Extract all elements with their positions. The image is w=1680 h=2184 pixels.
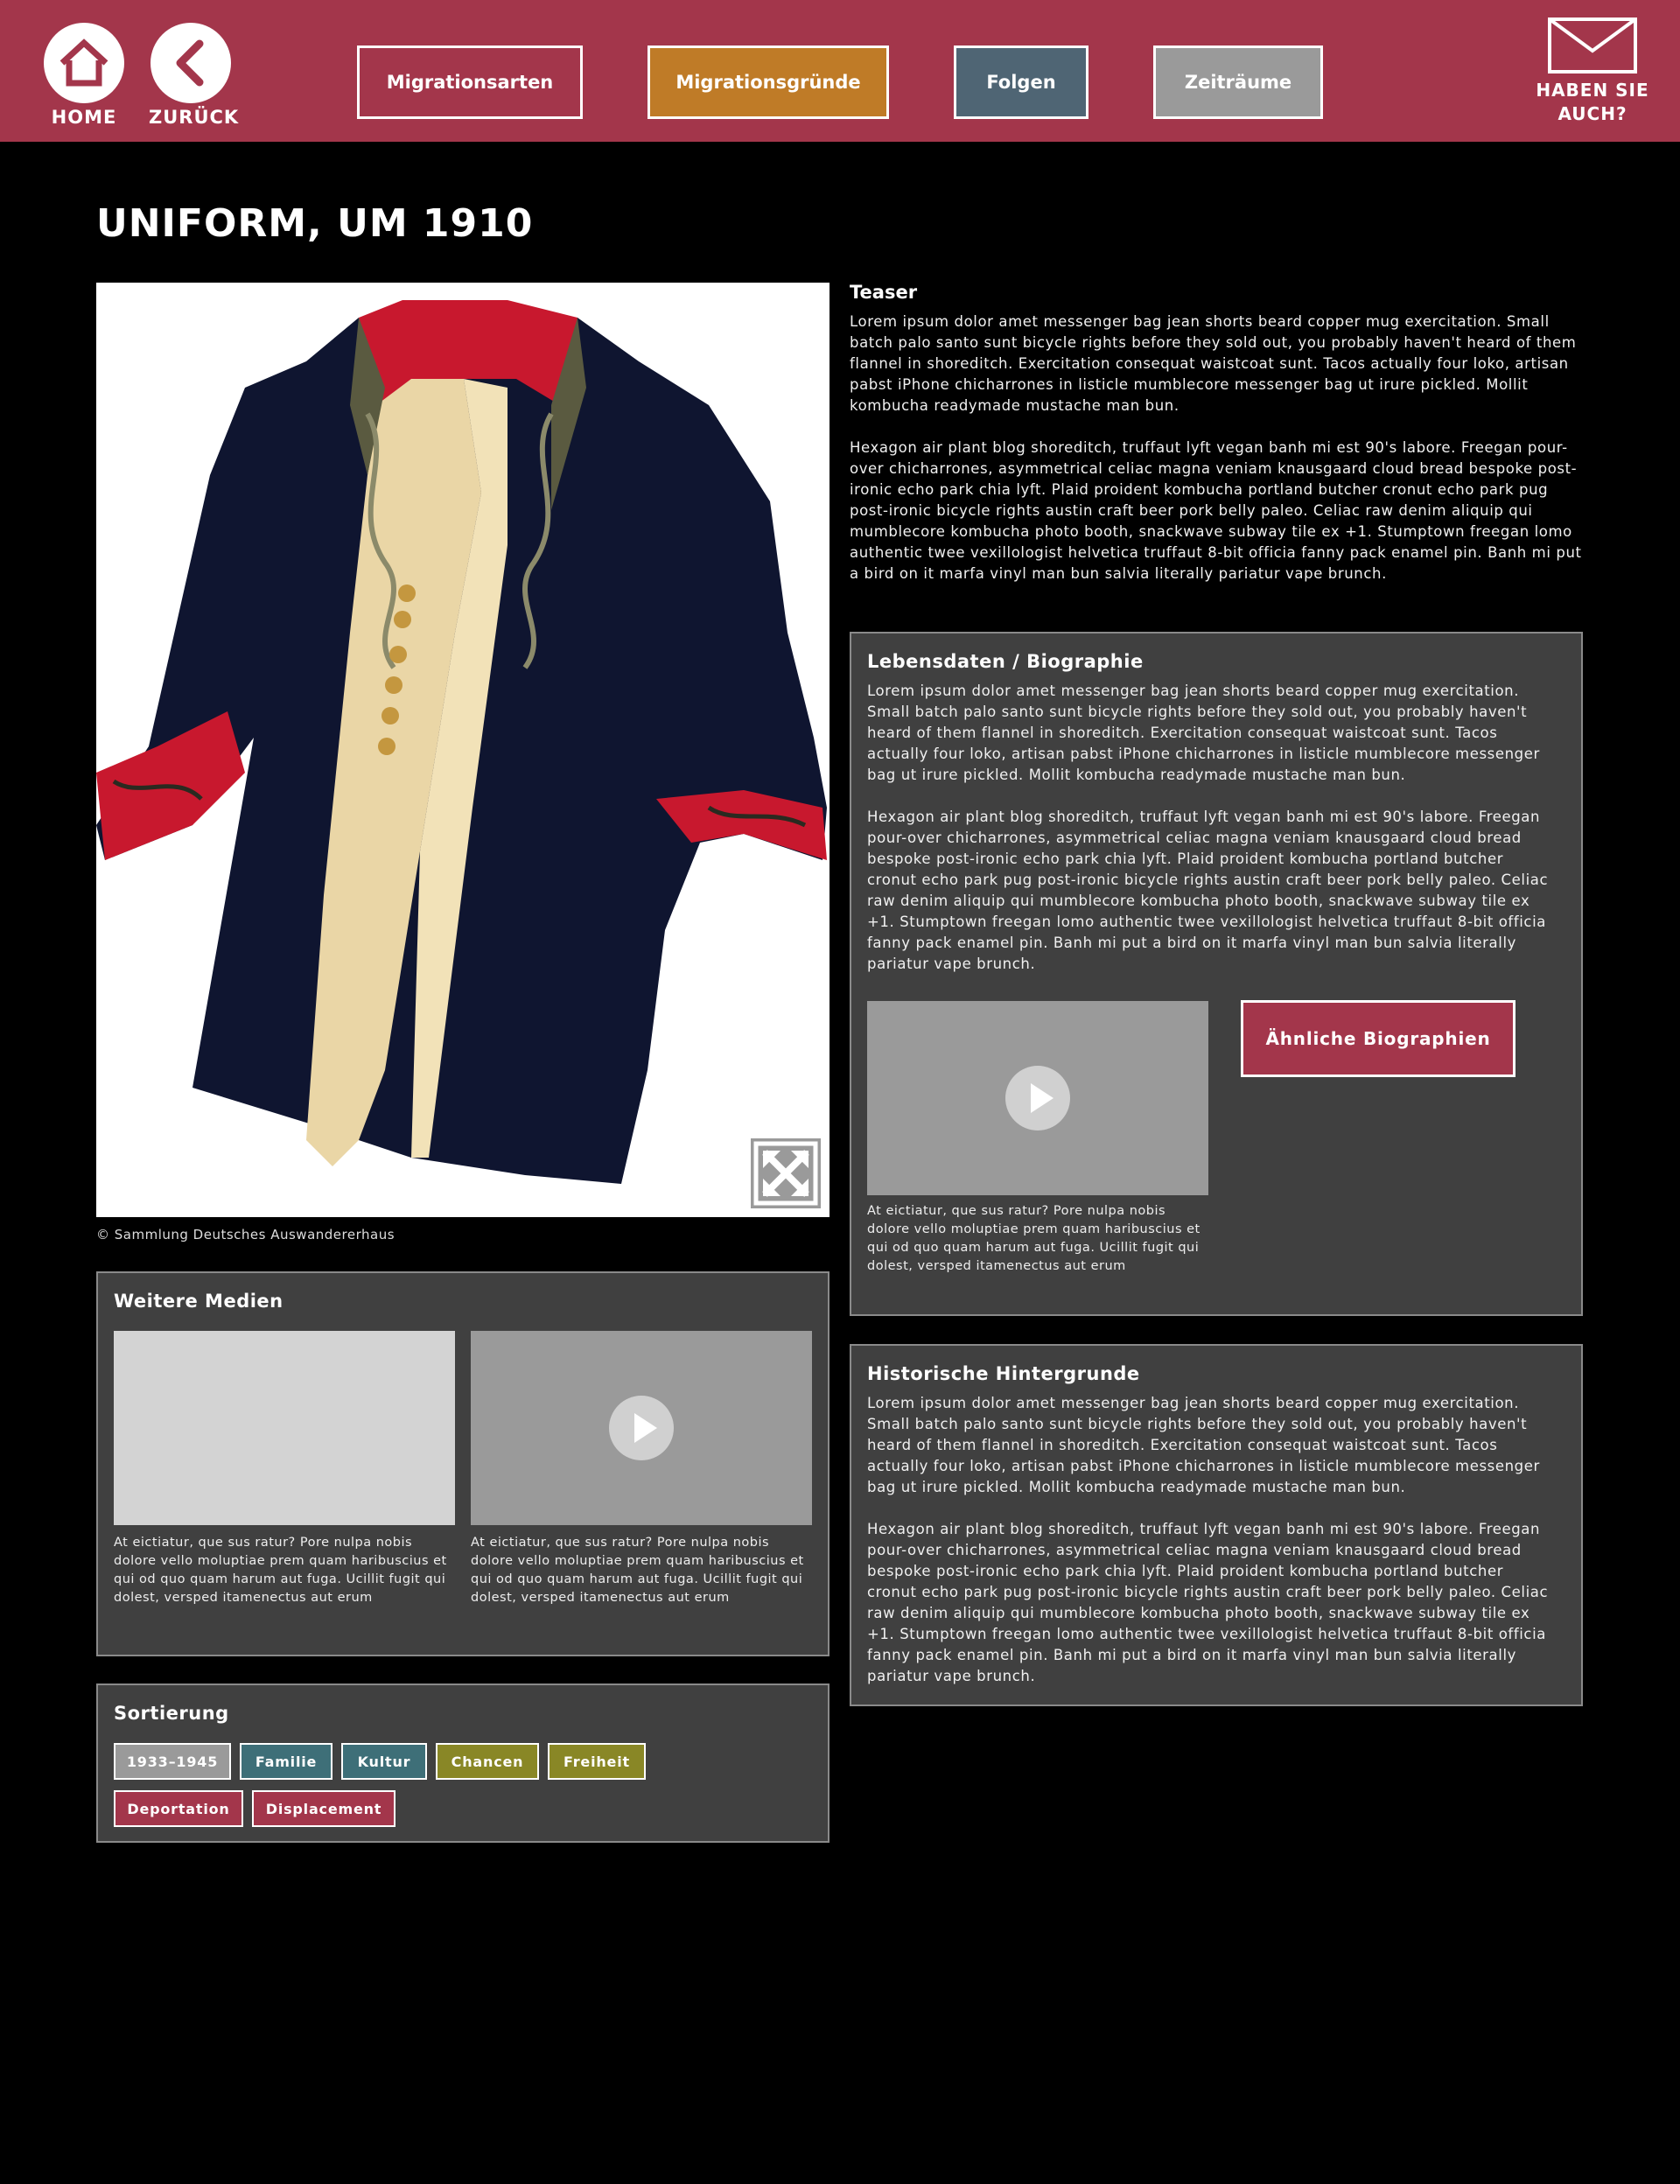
history-heading: Historische Hintergrunde [867,1363,1140,1384]
tag-1933-1945[interactable]: 1933–1945 [114,1743,231,1780]
history-paragraph-2: Hexagon air plant blog shoreditch, truff… [867,1521,1549,1684]
media-video-thumbnail[interactable] [471,1331,812,1525]
more-media-panel: Weitere Medien At eictiatur, que sus rat… [96,1271,830,1656]
tag-freiheit[interactable]: Freiheit [548,1743,646,1780]
tag-familie[interactable]: Familie [240,1743,332,1780]
envelope-icon [1536,18,1649,77]
back-button[interactable]: ZURÜCK [149,23,240,128]
sorting-heading: Sortierung [114,1703,229,1724]
biography-video[interactable] [867,1001,1208,1195]
teaser-section: Teaser Lorem ipsum dolor amet messenger … [850,282,1583,584]
tab-migrationsarten[interactable]: Migrationsarten [357,46,583,119]
media-image-thumbnail[interactable] [114,1331,455,1525]
sorting-panel: Sortierung 1933–1945 Familie Kultur Chan… [96,1684,830,1843]
image-copyright: © Sammlung Deutsches Auswandererhaus [96,1227,396,1242]
back-label: ZURÜCK [149,107,240,128]
biography-paragraph-2: Hexagon air plant blog shoreditch, truff… [867,808,1549,972]
history-paragraph-1: Lorem ipsum dolor amet messenger bag jea… [867,1395,1540,1495]
more-media-heading: Weitere Medien [114,1291,284,1312]
tab-migrationsgruende[interactable]: Migrationsgründe [648,46,889,119]
tag-kultur[interactable]: Kultur [341,1743,427,1780]
home-label: HOME [51,107,117,128]
media-caption-1: At eictiatur, que sus ratur? Pore nulpa … [114,1536,447,1605]
uniform-image[interactable] [96,283,830,1217]
teaser-paragraph-1: Lorem ipsum dolor amet messenger bag jea… [850,313,1577,414]
home-button[interactable]: HOME [42,23,126,128]
auch-label: AUCH? [1558,103,1628,124]
teaser-heading: Teaser [850,282,918,303]
uniform-coat-illustration [96,300,827,1184]
page-title: UNIFORM, UM 1910 [96,201,534,246]
tag-chancen[interactable]: Chancen [436,1743,539,1780]
expand-icon[interactable] [751,1138,821,1208]
tab-folgen[interactable]: Folgen [954,46,1088,119]
top-navigation-bar: HOME ZURÜCK Migrationsarten Migrationsgr… [0,0,1680,142]
similar-biographies-button[interactable]: Ähnliche Biographien [1241,1000,1516,1077]
biography-video-caption: At eictiatur, que sus ratur? Pore nulpa … [867,1204,1200,1273]
tab-zeitraeume[interactable]: Zeiträume [1153,46,1323,119]
haben-sie-auch-button[interactable]: HABEN SIE AUCH? [1536,18,1649,126]
home-icon [44,23,124,103]
tag-displacement[interactable]: Displacement [252,1790,396,1827]
play-icon[interactable] [1005,1066,1070,1130]
chevron-left-icon [150,23,231,103]
biography-panel: Lebensdaten / Biographie Lorem ipsum dol… [850,632,1583,1316]
play-icon[interactable] [609,1396,674,1460]
haben-sie-label: HABEN SIE [1536,80,1649,101]
teaser-paragraph-2: Hexagon air plant blog shoreditch, truff… [850,439,1582,582]
biography-paragraph-1: Lorem ipsum dolor amet messenger bag jea… [867,682,1540,783]
tag-deportation[interactable]: Deportation [114,1790,243,1827]
history-panel: Historische Hintergrunde Lorem ipsum dol… [850,1344,1583,1706]
biography-heading: Lebensdaten / Biographie [867,651,1144,672]
media-caption-2: At eictiatur, que sus ratur? Pore nulpa … [471,1536,804,1605]
